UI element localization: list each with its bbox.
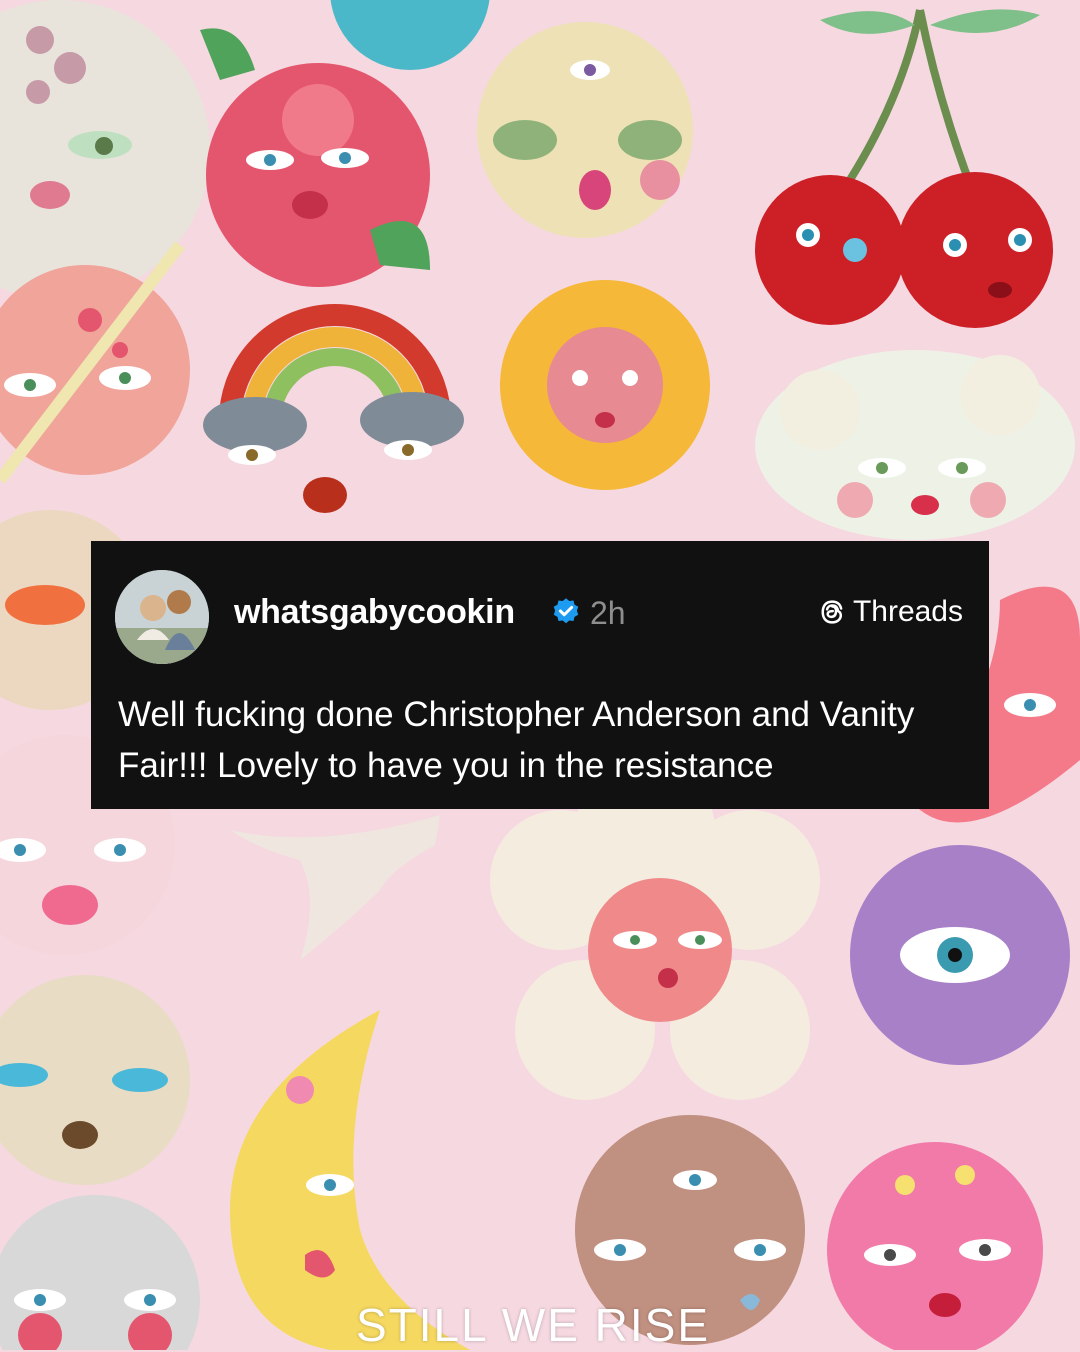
post-text: Well fucking done Christopher Anderson a… [118, 695, 915, 785]
avatar[interactable] [115, 570, 209, 664]
username[interactable]: whatsgabycookin [234, 593, 515, 632]
purple-flower-eye-illustration [850, 845, 1070, 1065]
sunflower-face-illustration [500, 280, 710, 490]
threads-post-card: whatsgabycookin 2h Threads Well fucking … [91, 541, 989, 809]
closed-eyes-moon-illustration [477, 22, 693, 238]
pink-sparkle-face-illustration [827, 1142, 1043, 1350]
overlay-caption: STILL WE RISE [356, 1299, 711, 1351]
threads-label-text: Threads [852, 595, 963, 628]
avatar-photo-icon [115, 570, 209, 664]
post-timestamp: 2h [590, 595, 626, 631]
verified-badge-icon [553, 598, 579, 624]
threads-platform-label[interactable]: Threads [817, 595, 963, 629]
cloud-face-illustration [755, 350, 1075, 540]
threads-logo-icon [821, 600, 843, 624]
